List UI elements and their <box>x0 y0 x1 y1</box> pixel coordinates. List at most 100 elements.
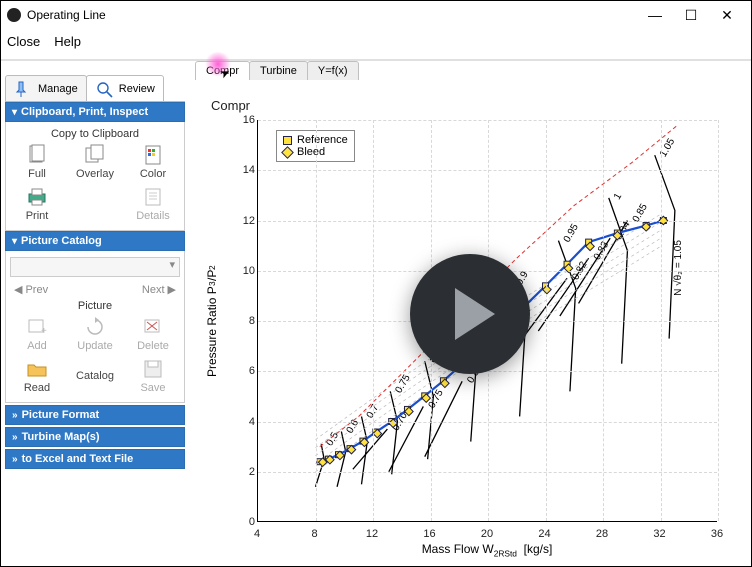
tool-save: Save <box>124 358 182 394</box>
chart-title: Compr <box>211 98 250 113</box>
play-icon <box>455 288 495 340</box>
tool-overlay[interactable]: Overlay <box>66 144 124 180</box>
chevron-right-icon: » <box>12 432 18 443</box>
tab-manage-label: Manage <box>38 83 78 95</box>
y-tick: 10 <box>225 265 255 277</box>
play-button[interactable] <box>410 254 530 374</box>
tool-color-label: Color <box>140 168 166 180</box>
panel-clipboard-body: Copy to Clipboard Full Overlay Color Pri… <box>5 122 185 231</box>
titlebar: Operating Line — ☐ ✕ <box>1 1 751 29</box>
overlay-icon <box>84 144 106 166</box>
delete-icon <box>142 316 164 338</box>
svg-text:0.95: 0.95 <box>562 222 581 245</box>
svg-text:+: + <box>41 326 47 337</box>
tool-print-label: Print <box>26 210 49 222</box>
x-tick: 28 <box>596 528 608 540</box>
panel-catalog-header[interactable]: ▾ Picture Catalog <box>5 231 185 251</box>
window-title: Operating Line <box>27 8 637 22</box>
next-label: Next <box>142 284 165 296</box>
x-tick: 20 <box>481 528 493 540</box>
tab-turbine-label: Turbine <box>260 65 297 77</box>
app-icon <box>7 8 21 22</box>
tool-read-label: Read <box>24 382 50 394</box>
tab-compr[interactable]: Compr ➤ <box>195 61 250 80</box>
chevron-left-icon: ◀ <box>14 283 22 296</box>
folder-open-icon <box>26 358 48 380</box>
tab-yfx[interactable]: Y=f(x) <box>307 61 359 80</box>
chevron-right-icon: » <box>12 410 18 421</box>
y-tick: 8 <box>225 315 255 327</box>
tool-delete: Delete <box>124 316 182 352</box>
panel-picture-format[interactable]: » Picture Format <box>5 405 185 425</box>
tool-color[interactable]: Color <box>124 144 182 180</box>
color-icon <box>142 144 164 166</box>
panel-catalog-body: ▾ ◀Prev Next▶ Picture +Add Update Delete… <box>5 251 185 403</box>
tab-review-label: Review <box>119 83 155 95</box>
doc-icon <box>26 144 48 166</box>
save-icon <box>142 358 164 380</box>
y-axis-label: Pressure Ratio P3/P2 <box>205 120 219 522</box>
chevron-down-icon: ▾ <box>169 258 179 271</box>
printer-icon <box>26 186 48 208</box>
tab-review[interactable]: Review <box>86 75 164 101</box>
chevron-down-icon: ▾ <box>12 107 17 118</box>
y-tick: 12 <box>225 215 255 227</box>
panel-clipboard-title: Clipboard, Print, Inspect <box>21 106 148 118</box>
tab-turbine[interactable]: Turbine <box>249 61 308 80</box>
menu-help[interactable]: Help <box>54 34 81 49</box>
tool-save-label: Save <box>140 382 165 394</box>
tool-full-label: Full <box>28 168 46 180</box>
minimize-button[interactable]: — <box>637 1 673 29</box>
content-tabs: Compr ➤ Turbine Y=f(x) <box>195 61 751 80</box>
tab-yfx-label: Y=f(x) <box>318 65 348 77</box>
magnifier-icon <box>95 80 115 98</box>
panel-catalog-title: Picture Catalog <box>21 235 102 247</box>
tool-details: Details <box>124 186 182 222</box>
maximize-button[interactable]: ☐ <box>673 1 709 29</box>
tool-overlay-label: Overlay <box>76 168 114 180</box>
panel-turbine-maps-label: Turbine Map(s) <box>22 431 100 443</box>
y-tick: 6 <box>225 365 255 377</box>
x-tick: 12 <box>366 528 378 540</box>
pin-icon <box>14 80 34 98</box>
content-area: Compr ➤ Turbine Y=f(x) Compr Pressure Ra… <box>189 61 751 566</box>
next-button[interactable]: Next▶ <box>142 283 176 296</box>
tool-delete-label: Delete <box>137 340 169 352</box>
tab-manage[interactable]: Manage <box>5 75 87 101</box>
tool-details-label: Details <box>136 210 170 222</box>
tool-update: Update <box>66 316 124 352</box>
x-tick: 24 <box>538 528 550 540</box>
x-tick: 36 <box>711 528 723 540</box>
menu-close[interactable]: Close <box>7 34 40 49</box>
catalog-label: Catalog <box>66 358 124 394</box>
panel-turbine-maps[interactable]: » Turbine Map(s) <box>5 427 185 447</box>
x-tick: 4 <box>254 528 260 540</box>
catalog-dropdown[interactable]: ▾ <box>10 257 180 277</box>
sidebar: Manage Review ▾ Clipboard, Print, Inspec… <box>1 61 189 566</box>
y-tick: 2 <box>225 466 255 478</box>
x-tick: 8 <box>311 528 317 540</box>
x-axis-label: Mass Flow W2RStd [kg/s] <box>257 542 717 558</box>
prev-button[interactable]: ◀Prev <box>14 283 48 296</box>
sidebar-tabs: Manage Review <box>5 75 185 102</box>
tool-full[interactable]: Full <box>8 144 66 180</box>
add-picture-icon: + <box>26 316 48 338</box>
y-tick: 4 <box>225 416 255 428</box>
svg-text:N √θ₂ = 1.05: N √θ₂ = 1.05 <box>672 240 684 296</box>
svg-text:1: 1 <box>612 191 625 202</box>
svg-text:0.6: 0.6 <box>345 418 362 436</box>
tool-read[interactable]: Read <box>8 358 66 394</box>
prev-label: Prev <box>25 284 48 296</box>
close-window-button[interactable]: ✕ <box>709 1 745 29</box>
tool-print[interactable]: Print <box>8 186 66 222</box>
details-icon <box>142 186 164 208</box>
picture-label: Picture <box>8 298 182 316</box>
y-tick: 0 <box>225 516 255 528</box>
x-tick: 32 <box>653 528 665 540</box>
y-tick: 16 <box>225 114 255 126</box>
tool-add: +Add <box>8 316 66 352</box>
y-tick: 14 <box>225 164 255 176</box>
panel-picture-format-label: Picture Format <box>22 409 100 421</box>
panel-excel-text[interactable]: »to Excel and Text File <box>5 449 185 469</box>
panel-clipboard-header[interactable]: ▾ Clipboard, Print, Inspect <box>5 102 185 122</box>
